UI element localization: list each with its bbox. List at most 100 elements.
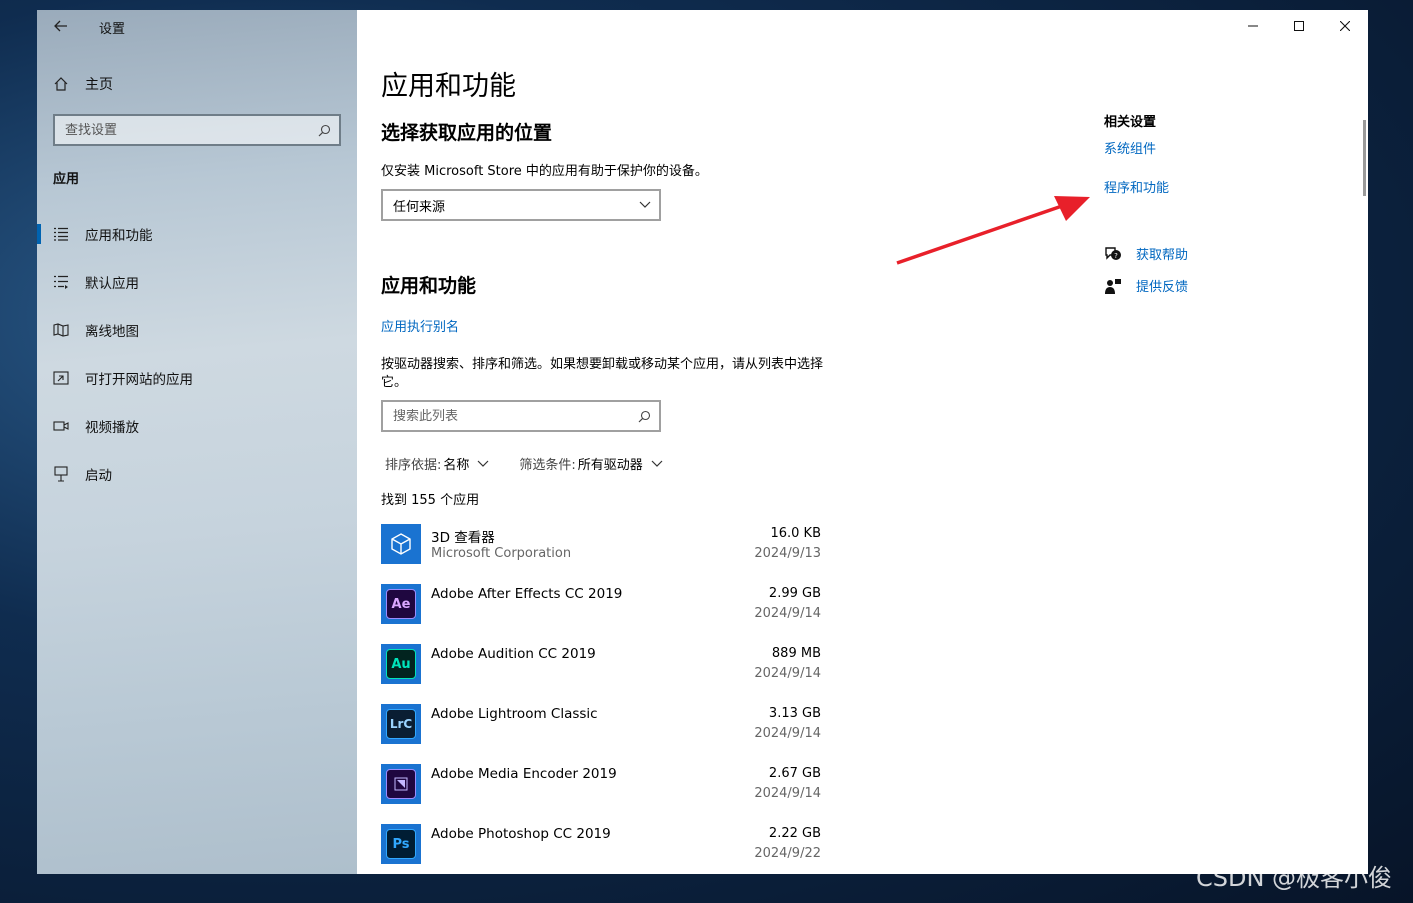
app-date: 2024/9/14 — [754, 666, 821, 681]
minimize-button[interactable] — [1230, 10, 1276, 42]
section-heading: 应用 — [53, 172, 80, 187]
3d-viewer-icon — [381, 524, 421, 564]
filter-label: 筛选条件: — [519, 458, 576, 473]
after-effects-icon: Ae — [381, 584, 421, 624]
app-title: 设置 — [99, 22, 126, 37]
app-date: 2024/9/14 — [754, 606, 821, 621]
media-encoder-icon — [381, 764, 421, 804]
close-button[interactable] — [1322, 10, 1368, 42]
apps-list-description: 按驱动器搜索、排序和筛选。如果想要卸载或移动某个应用，请从列表中选择它。 — [381, 357, 824, 390]
lightroom-icon: LrC — [381, 704, 421, 744]
main-content: 应用和功能 选择获取应用的位置 仅安装 Microsoft Store 中的应用… — [357, 10, 1368, 874]
list-item[interactable]: LrC Adobe Lightroom Classic 3.13 GB 2024… — [381, 702, 821, 762]
title-bar: 设置 — [37, 10, 357, 42]
app-list-search[interactable] — [381, 400, 661, 432]
window-controls — [1230, 10, 1368, 42]
app-date: 2024/9/22 — [754, 846, 821, 861]
sidebar-nav: 应用和功能 默认应用 离线地图 可打开网站的应用 视频播放 启动 — [37, 210, 357, 498]
video-playback-icon — [53, 418, 69, 434]
home-nav[interactable]: 主页 — [53, 72, 113, 96]
scrollbar[interactable] — [1363, 120, 1366, 196]
install-source-description: 仅安装 Microsoft Store 中的应用有助于保护你的设备。 — [381, 164, 708, 179]
sidebar-item-label: 离线地图 — [85, 324, 139, 340]
app-search-input[interactable] — [393, 408, 623, 424]
apps-for-websites-icon — [53, 370, 69, 386]
sidebar-item-default-apps[interactable]: 默认应用 — [37, 258, 357, 306]
install-source-heading: 选择获取应用的位置 — [381, 122, 553, 144]
app-name: Adobe Media Encoder 2019 — [431, 766, 617, 782]
maximize-icon — [1294, 21, 1304, 31]
system-components-link[interactable]: 系统组件 — [1104, 138, 1156, 157]
chevron-down-icon — [651, 460, 663, 467]
list-item[interactable]: Adobe Media Encoder 2019 2.67 GB 2024/9/… — [381, 762, 821, 822]
app-name: Adobe Lightroom Classic — [431, 706, 598, 722]
app-list: 3D 查看器 Microsoft Corporation 16.0 KB 202… — [381, 522, 821, 874]
app-date: 2024/9/14 — [754, 786, 821, 801]
list-item[interactable]: Au Adobe Audition CC 2019 889 MB 2024/9/… — [381, 642, 821, 702]
sort-label: 排序依据: — [385, 458, 442, 473]
get-help-label: 获取帮助 — [1136, 248, 1189, 263]
app-count: 找到 155 个应用 — [381, 493, 480, 508]
filter-dropdown[interactable]: 筛选条件: 所有驱动器 — [519, 454, 663, 473]
default-apps-icon — [53, 274, 69, 290]
app-size: 2.22 GB — [768, 826, 821, 841]
app-date: 2024/9/13 — [754, 546, 821, 561]
help-chat-icon: ? — [1105, 246, 1121, 260]
watermark: CSDN @极客小俊 — [1196, 864, 1393, 892]
list-item[interactable]: 3D 查看器 Microsoft Corporation 16.0 KB 202… — [381, 522, 821, 582]
minimize-icon — [1248, 25, 1258, 27]
app-name: Adobe Photoshop CC 2019 — [431, 826, 611, 842]
feedback-person-icon — [1105, 278, 1121, 294]
apps-features-icon — [53, 226, 69, 242]
settings-search[interactable] — [53, 114, 341, 146]
sort-value: 名称 — [443, 458, 470, 473]
sidebar-item-label: 可打开网站的应用 — [85, 372, 193, 388]
chevron-down-icon — [639, 201, 651, 208]
get-help-link[interactable]: ? 获取帮助 — [1104, 244, 1188, 263]
search-icon — [318, 124, 331, 136]
dropdown-value: 任何来源 — [393, 199, 446, 215]
install-source-dropdown[interactable]: 任何来源 — [381, 189, 661, 221]
page-title: 应用和功能 — [381, 71, 516, 102]
app-name: 3D 查看器 — [431, 530, 495, 546]
sidebar-item-label: 应用和功能 — [85, 228, 153, 244]
settings-search-input[interactable] — [65, 122, 305, 138]
settings-window: 设置 主页 应用 应用和功能 默认应用 — [37, 10, 1368, 874]
back-arrow-icon — [54, 20, 67, 32]
list-item[interactable]: Ps Adobe Photoshop CC 2019 2.22 GB 2024/… — [381, 822, 821, 874]
sort-dropdown[interactable]: 排序依据: 名称 — [385, 454, 489, 473]
app-name: Adobe After Effects CC 2019 — [431, 586, 623, 602]
app-date: 2024/9/14 — [754, 726, 821, 741]
offline-maps-icon — [53, 322, 69, 338]
home-icon — [54, 77, 68, 91]
app-size: 889 MB — [771, 646, 821, 661]
sidebar-item-offline-maps[interactable]: 离线地图 — [37, 306, 357, 354]
back-button[interactable] — [49, 14, 73, 38]
sidebar-item-startup[interactable]: 启动 — [37, 450, 357, 498]
sidebar-item-label: 视频播放 — [85, 420, 139, 436]
close-icon — [1340, 21, 1350, 31]
sidebar-item-apps-features[interactable]: 应用和功能 — [37, 210, 357, 258]
search-icon — [638, 410, 651, 422]
home-label: 主页 — [85, 77, 113, 93]
startup-icon — [53, 466, 69, 482]
apps-features-heading: 应用和功能 — [381, 275, 477, 297]
audition-icon: Au — [381, 644, 421, 684]
sidebar-item-video-playback[interactable]: 视频播放 — [37, 402, 357, 450]
programs-features-link[interactable]: 程序和功能 — [1104, 177, 1169, 196]
app-size: 16.0 KB — [770, 526, 821, 541]
sidebar-item-label: 启动 — [85, 468, 112, 484]
sidebar-item-apps-for-websites[interactable]: 可打开网站的应用 — [37, 354, 357, 402]
app-size: 2.67 GB — [768, 766, 821, 781]
app-size: 2.99 GB — [768, 586, 821, 601]
chevron-down-icon — [477, 460, 489, 467]
maximize-button[interactable] — [1276, 10, 1322, 42]
app-name: Adobe Audition CC 2019 — [431, 646, 596, 662]
feedback-label: 提供反馈 — [1136, 280, 1189, 295]
feedback-link[interactable]: 提供反馈 — [1104, 276, 1188, 295]
related-settings-title: 相关设置 — [1104, 115, 1157, 130]
svg-text:?: ? — [1114, 252, 1118, 260]
list-item[interactable]: Ae Adobe After Effects CC 2019 2.99 GB 2… — [381, 582, 821, 642]
filter-value: 所有驱动器 — [577, 458, 643, 473]
app-alias-link[interactable]: 应用执行别名 — [381, 316, 459, 335]
